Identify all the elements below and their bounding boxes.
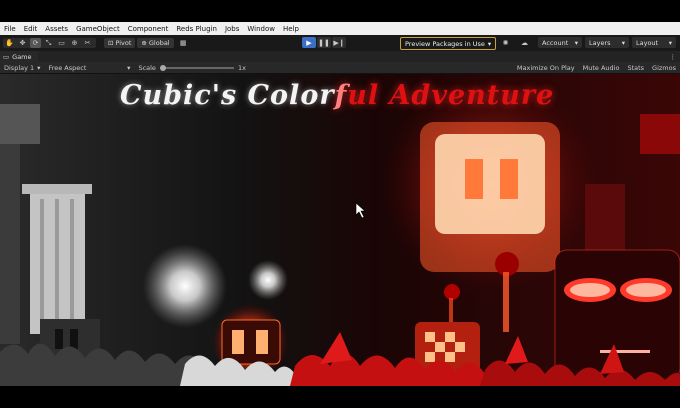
white-light-orb-small <box>248 260 288 300</box>
stats-toggle[interactable]: Stats <box>627 64 644 72</box>
menu-assets[interactable]: Assets <box>41 25 72 33</box>
rect-tool-icon[interactable]: ▭ <box>56 38 67 48</box>
preview-packages-dropdown[interactable]: Preview Packages in Use ▾ <box>400 37 497 50</box>
account-label: Account <box>542 38 569 47</box>
play-controls: ▶ ❚❚ ▶❙ <box>302 37 347 48</box>
white-light-orb <box>143 244 227 328</box>
pivot-toggle[interactable]: ⊡ Pivot <box>104 38 136 48</box>
layout-dropdown[interactable]: Layout ▾ <box>632 37 676 48</box>
chevron-down-icon: ▾ <box>574 38 578 47</box>
layers-label: Layers <box>589 38 611 47</box>
game-title-white: Cubic's Color <box>120 80 335 111</box>
red-block <box>640 114 680 154</box>
chevron-down-icon: ▾ <box>668 38 672 47</box>
pivot-icon: ⊡ <box>108 39 114 47</box>
menu-jobs[interactable]: Jobs <box>221 25 243 33</box>
global-label: Global <box>148 39 170 47</box>
transform-tools: ✋ ✥ ⟳ ⤡ ▭ ⊕ ✂ <box>3 38 96 48</box>
game-scene <box>0 74 680 386</box>
menu-window[interactable]: Window <box>243 25 279 33</box>
aspect-label: Free Aspect <box>48 63 87 72</box>
game-view-bar: Display 1 ▾ Free Aspect ▾ Scale 1x Maxim… <box>0 62 680 74</box>
preview-packages-label: Preview Packages in Use <box>405 39 485 48</box>
menu-help[interactable]: Help <box>279 25 303 33</box>
chevron-down-icon: ▾ <box>37 63 41 72</box>
gizmos-dropdown[interactable]: Gizmos <box>652 64 676 72</box>
scale-tool-icon[interactable]: ⤡ <box>43 38 54 48</box>
game-view[interactable]: Cubic's Colorful Adventure <box>0 74 680 386</box>
hand-tool-icon[interactable]: ✋ <box>4 38 15 48</box>
snap-grid-icon[interactable]: ▦ <box>178 38 189 48</box>
move-tool-icon[interactable]: ✥ <box>17 38 28 48</box>
tab-game[interactable]: ▭ Game <box>0 51 38 62</box>
services-gear-icon[interactable]: ✺ <box>500 38 511 48</box>
scale-slider[interactable] <box>159 64 234 71</box>
scale-control: Scale 1x <box>138 64 245 72</box>
maximize-on-play-toggle[interactable]: Maximize On Play <box>517 64 575 72</box>
menu-component[interactable]: Component <box>124 25 173 33</box>
custom-tool-icon[interactable]: ✂ <box>82 38 93 48</box>
layers-dropdown[interactable]: Layers ▾ <box>585 37 629 48</box>
game-title: Cubic's Colorful Adventure <box>120 80 554 111</box>
display-label: Display 1 <box>4 63 35 72</box>
display-dropdown[interactable]: Display 1 ▾ <box>4 64 40 72</box>
cloud-icon[interactable]: ☁ <box>519 38 530 48</box>
unity-editor-window: File Edit Assets GameObject Component Re… <box>0 22 680 386</box>
globe-icon: ⊕ <box>141 39 147 47</box>
transform-tool-icon[interactable]: ⊕ <box>69 38 80 48</box>
main-toolbar: ✋ ✥ ⟳ ⤡ ▭ ⊕ ✂ ⊡ Pivot ⊕ Global ▦ ▶ ❚❚ ▶❙… <box>0 35 680 52</box>
scale-label: Scale <box>138 63 156 72</box>
step-icon[interactable]: ▶❙ <box>332 37 346 48</box>
play-icon[interactable]: ▶ <box>302 37 316 48</box>
layout-label: Layout <box>636 38 659 47</box>
game-title-red: ul Adventure <box>347 80 555 111</box>
aspect-dropdown[interactable]: Free Aspect ▾ <box>48 64 130 72</box>
gamepad-icon: ▭ <box>3 52 10 61</box>
menu-file[interactable]: File <box>0 25 20 33</box>
mute-audio-toggle[interactable]: Mute Audio <box>583 64 620 72</box>
more-options-icon[interactable]: ⋮ <box>670 53 677 61</box>
pause-icon[interactable]: ❚❚ <box>317 37 331 48</box>
account-dropdown[interactable]: Account ▾ <box>538 37 582 48</box>
chevron-down-icon: ▾ <box>487 39 492 48</box>
rotate-tool-icon[interactable]: ⟳ <box>30 38 41 48</box>
red-orb-small <box>444 284 460 300</box>
screen: File Edit Assets GameObject Component Re… <box>0 0 680 408</box>
tab-row: ▭ Game ⋮ <box>0 51 680 62</box>
menu-gameobject[interactable]: GameObject <box>72 25 124 33</box>
game-title-split: f <box>334 80 348 111</box>
menu-bar: File Edit Assets GameObject Component Re… <box>0 22 680 35</box>
scale-value: 1x <box>237 63 246 72</box>
pivot-label: Pivot <box>115 39 132 47</box>
menu-reds-plugin[interactable]: Reds Plugin <box>172 25 221 33</box>
global-toggle[interactable]: ⊕ Global <box>137 38 174 48</box>
tab-game-label: Game <box>12 52 32 61</box>
menu-edit[interactable]: Edit <box>20 25 42 33</box>
chevron-down-icon: ▾ <box>127 63 131 72</box>
chevron-down-icon: ▾ <box>621 38 625 47</box>
